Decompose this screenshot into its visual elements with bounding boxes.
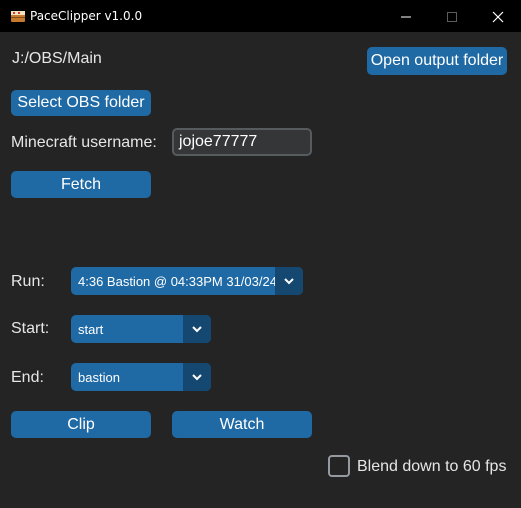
select-obs-folder-button[interactable]: Select OBS folder xyxy=(11,90,151,116)
minimize-button[interactable] xyxy=(383,0,429,32)
start-dropdown-toggle[interactable] xyxy=(183,315,211,343)
watch-button[interactable]: Watch xyxy=(172,411,312,438)
close-icon xyxy=(492,11,504,23)
maximize-button[interactable] xyxy=(429,0,475,32)
chevron-down-icon xyxy=(284,278,294,285)
close-button[interactable] xyxy=(475,0,521,32)
run-label: Run: xyxy=(11,273,45,290)
fetch-button[interactable]: Fetch xyxy=(11,171,151,198)
obs-path-label: J:/OBS/Main xyxy=(12,50,102,67)
end-label: End: xyxy=(11,369,44,386)
end-selected-value: bastion xyxy=(78,370,120,385)
end-dropdown[interactable]: bastion xyxy=(71,363,211,391)
start-selected-value: start xyxy=(78,322,104,337)
run-dropdown-toggle[interactable] xyxy=(275,267,303,295)
open-output-folder-button[interactable]: Open output folder xyxy=(367,47,507,75)
chevron-down-icon xyxy=(192,326,202,333)
blend-label[interactable]: Blend down to 60 fps xyxy=(357,458,506,476)
end-dropdown-toggle[interactable] xyxy=(183,363,211,391)
clip-button[interactable]: Clip xyxy=(11,411,151,438)
run-selected-value: 4:36 Bastion @ 04:33PM 31/03/24 xyxy=(78,274,277,289)
maximize-icon xyxy=(447,12,457,22)
chevron-down-icon xyxy=(192,374,202,381)
blend-checkbox[interactable] xyxy=(328,455,350,477)
minimize-icon xyxy=(401,16,411,18)
minecraft-cake-icon xyxy=(11,11,25,22)
title-bar[interactable]: PaceClipper v1.0.0 xyxy=(0,0,521,32)
username-label: Minecraft username: xyxy=(11,134,157,151)
start-dropdown[interactable]: start xyxy=(71,315,211,343)
start-label: Start: xyxy=(11,320,50,337)
run-dropdown[interactable]: 4:36 Bastion @ 04:33PM 31/03/24 xyxy=(71,267,303,295)
window-title: PaceClipper v1.0.0 xyxy=(30,9,143,23)
username-input[interactable]: jojoe77777 xyxy=(172,128,312,156)
